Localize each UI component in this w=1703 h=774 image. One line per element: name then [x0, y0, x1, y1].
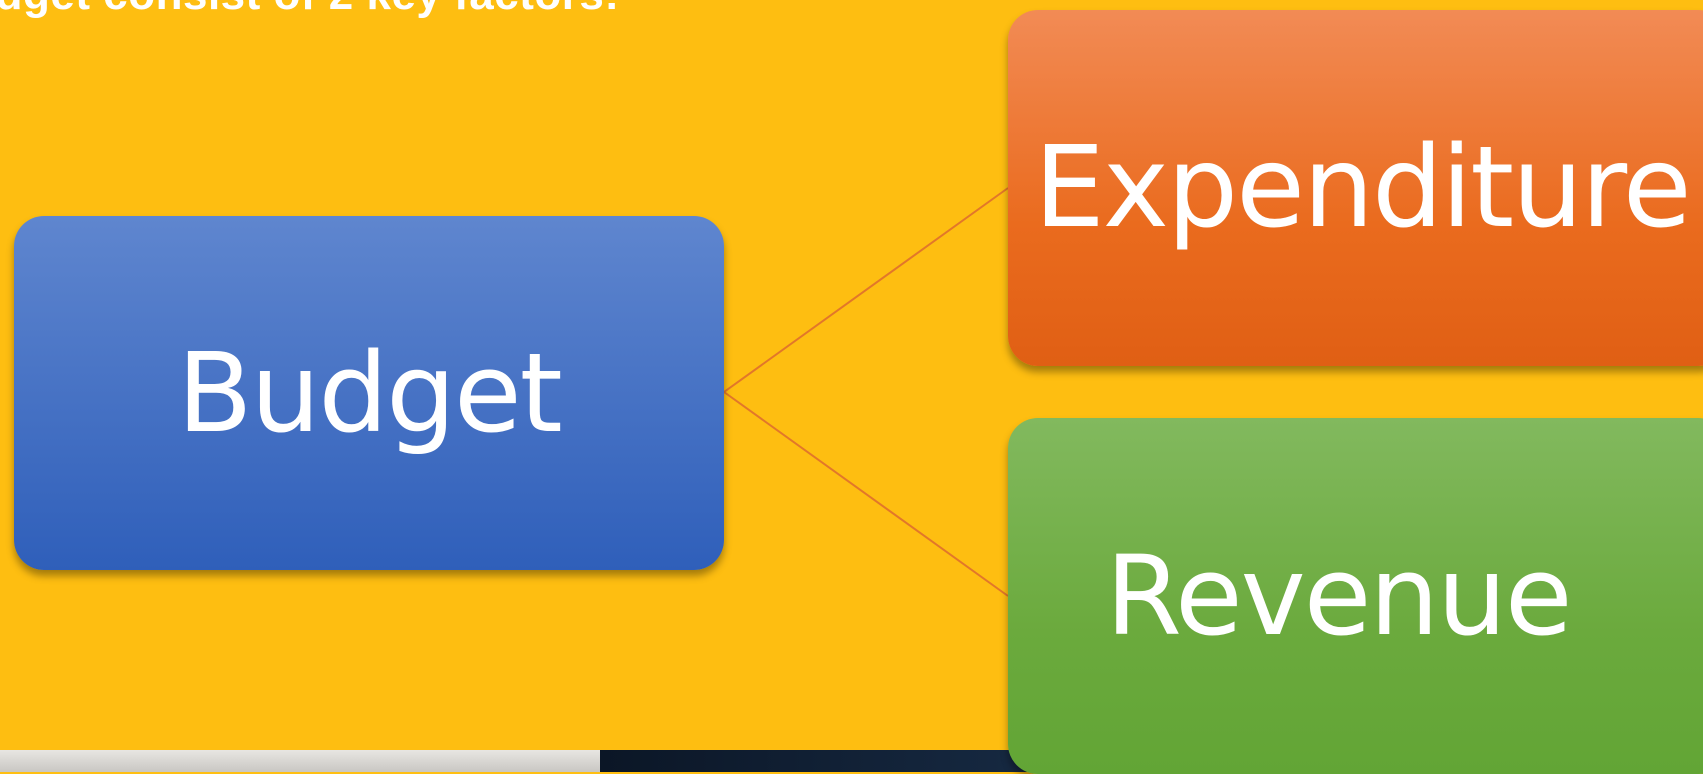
connector-to-expenditure — [723, 187, 1009, 393]
expenditure-node[interactable]: Expenditure — [1008, 10, 1703, 366]
expenditure-node-label: Expenditure — [1034, 123, 1692, 253]
budget-node[interactable]: Budget — [14, 216, 724, 570]
connector-to-revenue — [723, 391, 1009, 597]
revenue-node[interactable]: Revenue — [1008, 418, 1703, 774]
revenue-node-label: Revenue — [1105, 532, 1572, 660]
budget-node-label: Budget — [177, 329, 563, 457]
